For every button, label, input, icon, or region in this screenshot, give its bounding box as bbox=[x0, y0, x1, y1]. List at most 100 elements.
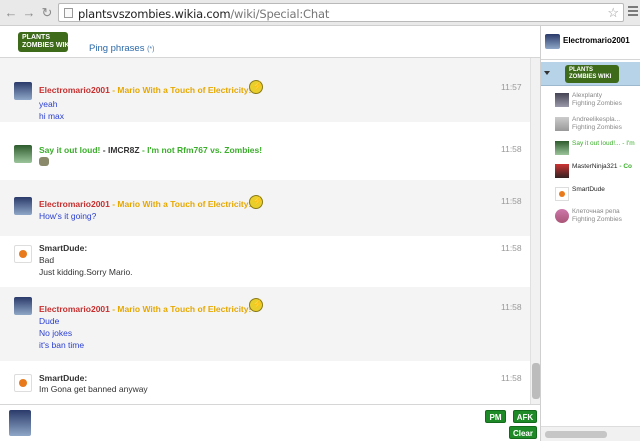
scrollbar-thumb[interactable] bbox=[545, 431, 607, 438]
user-list-item[interactable]: SmartDude bbox=[555, 186, 640, 208]
bookmark-star-icon[interactable]: ☆ bbox=[607, 5, 619, 21]
message-username[interactable]: Electromario2001 bbox=[39, 304, 110, 314]
reload-icon[interactable]: ↻ bbox=[40, 6, 54, 20]
chevron-down-icon[interactable] bbox=[544, 71, 550, 75]
message-username[interactable]: Say it out loud! bbox=[39, 145, 100, 155]
chat-message: SmartDude: 11:58 Im Gona get banned anyw… bbox=[0, 361, 530, 404]
message-username-2[interactable]: IMCR8Z bbox=[108, 145, 140, 155]
rail-horizontal-scrollbar[interactable] bbox=[541, 426, 640, 441]
message-input-bar: PM AFK Clear bbox=[0, 404, 540, 441]
scrollbar-thumb[interactable] bbox=[532, 363, 540, 399]
message-username[interactable]: Electromario2001 bbox=[39, 85, 110, 95]
avatar bbox=[555, 93, 569, 107]
avatar[interactable] bbox=[14, 374, 32, 392]
chat-message: SmartDude: 11:58 Bad Just kidding.Sorry … bbox=[0, 236, 530, 287]
user-list-item[interactable]: Alexplanty Fighting Zombies bbox=[555, 92, 640, 114]
message-text: yeah bbox=[39, 99, 58, 109]
message-username[interactable]: Electromario2001 bbox=[39, 199, 110, 209]
ping-count: (*) bbox=[147, 46, 155, 53]
page-icon bbox=[64, 8, 73, 18]
clear-button[interactable]: Clear bbox=[509, 426, 537, 439]
avatar[interactable] bbox=[14, 297, 32, 315]
chat-message: Electromario2001 - Mario With a Touch of… bbox=[0, 58, 530, 122]
electricity-badge-icon bbox=[249, 195, 263, 209]
afk-button[interactable]: AFK bbox=[513, 410, 537, 423]
ping-phrases-link[interactable]: Ping phrases (*) bbox=[89, 43, 154, 54]
back-arrow-icon[interactable]: ← bbox=[4, 6, 18, 20]
electricity-badge-icon bbox=[249, 80, 263, 94]
avatar[interactable] bbox=[14, 245, 32, 263]
url-text[interactable]: plantsvszombies.wikia.com/wiki/Special:C… bbox=[78, 7, 329, 21]
electricity-badge-icon bbox=[249, 298, 263, 312]
message-text: it's ban time bbox=[39, 340, 85, 350]
user-list-item[interactable]: Andreelikespla... Fighting Zombies bbox=[555, 116, 640, 138]
chat-message: Electromario2001 - Mario With a Touch of… bbox=[0, 287, 530, 361]
message-status: - Mario With a Touch of Electricity! bbox=[109, 304, 252, 314]
message-time: 11:58 bbox=[501, 196, 522, 206]
message-header: Say it out loud! - IMCR8Z - I'm not Rfm7… bbox=[39, 145, 262, 155]
forward-arrow-icon[interactable]: → bbox=[22, 6, 36, 20]
message-text: No jokes bbox=[39, 328, 73, 338]
user-list-item[interactable]: Say it out loud!... - I'm bbox=[555, 140, 640, 162]
user-status: Fighting Zombies bbox=[572, 124, 622, 131]
user-name: SmartDude bbox=[572, 186, 605, 193]
message-status: - I'm not Rfm767 vs. Zombies! bbox=[139, 145, 263, 155]
wiki-logo[interactable]: PLANTS ZOMBIES WIKI bbox=[18, 32, 72, 52]
message-time: 11:57 bbox=[501, 82, 522, 92]
current-user-name: Electromario2001 bbox=[563, 36, 630, 45]
message-time: 11:58 bbox=[501, 373, 522, 383]
avatar[interactable] bbox=[14, 197, 32, 215]
avatar bbox=[555, 141, 569, 155]
message-status: - Mario With a Touch of Electricity! bbox=[109, 199, 252, 209]
emoticon-image bbox=[39, 157, 49, 166]
avatar bbox=[545, 34, 560, 49]
avatar bbox=[555, 187, 569, 201]
user-name: Клеточная репа bbox=[572, 208, 620, 215]
user-status: Fighting Zombies bbox=[572, 100, 622, 107]
avatar[interactable] bbox=[14, 82, 32, 100]
menu-icon[interactable] bbox=[628, 6, 638, 18]
user-status: Fighting Zombies bbox=[572, 216, 622, 223]
message-username[interactable]: SmartDude: bbox=[39, 243, 87, 253]
room-logo: PLANTS ZOMBIES WIKI bbox=[565, 65, 619, 83]
message-status: - Mario With a Touch of Electricity! bbox=[109, 85, 252, 95]
user-name: Andreelikespla... bbox=[572, 116, 621, 123]
url-host: plantsvszombies.wikia.com bbox=[78, 7, 231, 21]
message-time: 11:58 bbox=[501, 302, 522, 312]
message-header: Electromario2001 - Mario With a Touch of… bbox=[39, 85, 251, 95]
message-time: 11:58 bbox=[501, 144, 522, 154]
pm-button[interactable]: PM bbox=[485, 410, 506, 423]
message-input[interactable] bbox=[36, 409, 476, 437]
message-separator: - bbox=[100, 145, 108, 155]
message-text: How's it going? bbox=[39, 211, 97, 221]
message-text: Im Gona get banned anyway bbox=[39, 384, 148, 394]
avatar[interactable] bbox=[14, 145, 32, 163]
message-text: Dude bbox=[39, 316, 60, 326]
address-bar[interactable]: plantsvszombies.wikia.com/wiki/Special:C… bbox=[58, 3, 624, 22]
message-header: SmartDude: bbox=[39, 373, 87, 383]
room-logo-line-2: ZOMBIES WIKI bbox=[569, 74, 612, 80]
chat-message: Say it out loud! - IMCR8Z - I'm not Rfm7… bbox=[0, 122, 530, 180]
current-user[interactable]: Electromario2001 bbox=[541, 26, 640, 60]
user-list-item[interactable]: Клеточная репа Fighting Zombies bbox=[555, 208, 640, 230]
message-text: Bad bbox=[39, 255, 55, 265]
room-header[interactable]: PLANTS ZOMBIES WIKI bbox=[541, 62, 640, 86]
ping-label: Ping phrases bbox=[89, 43, 145, 54]
message-scrollbar[interactable] bbox=[530, 58, 540, 404]
message-text: hi max bbox=[39, 111, 65, 121]
user-name: Say it out loud!... - I'm bbox=[572, 140, 635, 147]
user-list-rail: Electromario2001 PLANTS ZOMBIES WIKI Ale… bbox=[540, 26, 640, 441]
chat-message: Electromario2001 - Mario With a Touch of… bbox=[0, 180, 530, 236]
message-text: Just kidding.Sorry Mario. bbox=[39, 267, 133, 277]
logo-line-2: ZOMBIES WIKI bbox=[22, 42, 72, 49]
room-logo-line-1: PLANTS bbox=[569, 67, 593, 73]
message-list[interactable]: Electromario2001 - Mario With a Touch of… bbox=[0, 58, 530, 404]
browser-toolbar: ← → ↻ plantsvszombies.wikia.com/wiki/Spe… bbox=[0, 0, 640, 26]
message-header: Electromario2001 - Mario With a Touch of… bbox=[39, 199, 251, 209]
chat-header: PLANTS ZOMBIES WIKI Ping phrases (*) bbox=[0, 26, 540, 58]
user-name: Alexplanty bbox=[572, 92, 602, 99]
url-path: /wiki/Special:Chat bbox=[230, 7, 330, 21]
message-username[interactable]: SmartDude: bbox=[39, 373, 87, 383]
logo-line-1: PLANTS bbox=[22, 34, 50, 41]
user-list-item[interactable]: MasterNinja321 - Co bbox=[555, 163, 640, 185]
